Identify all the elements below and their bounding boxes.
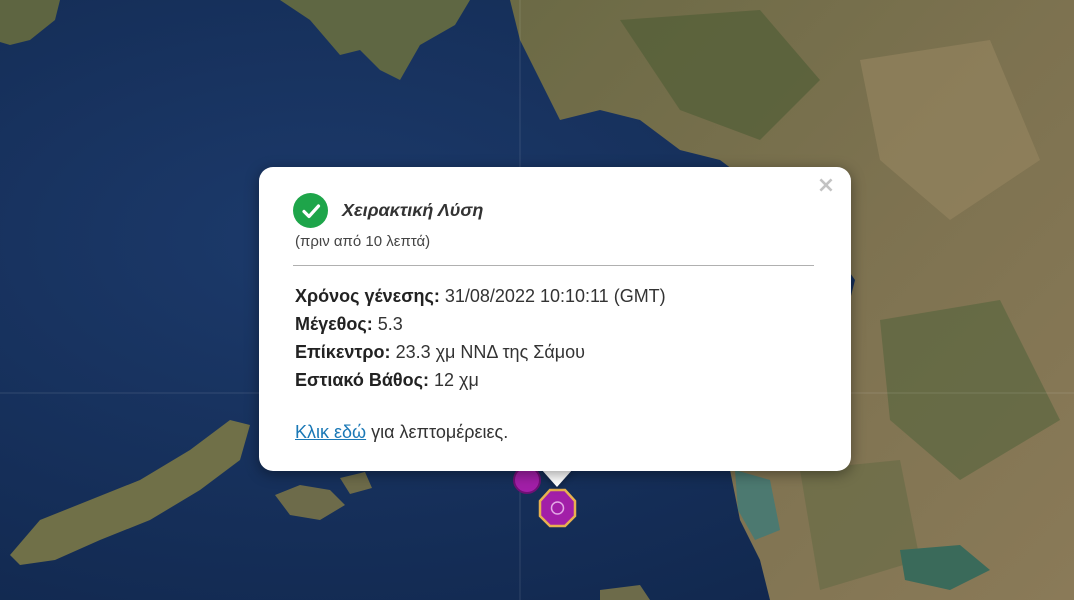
earthquake-popup: × Χειρακτική Λύση (πριν από 10 λεπτά) Χρ… xyxy=(259,167,851,471)
earthquake-details: Χρόνος γένεσης: 31/08/2022 10:10:11 (GMT… xyxy=(295,282,666,394)
magnitude-value: 5.3 xyxy=(377,314,403,334)
popup-tip xyxy=(541,469,573,487)
details-link-row: Κλικ εδώ για λεπτομέρειες. xyxy=(295,422,508,443)
depth-value: 12 χμ xyxy=(434,370,479,390)
details-link[interactable]: Κλικ εδώ xyxy=(295,422,366,442)
depth-label: Εστιακό Βάθος: xyxy=(295,370,429,390)
divider xyxy=(293,265,814,266)
check-circle-icon xyxy=(293,193,328,228)
origin-time-label: Χρόνος γένεσης: xyxy=(295,286,440,306)
close-icon[interactable]: × xyxy=(815,175,837,197)
details-suffix: για λεπτομέρειες. xyxy=(371,422,509,442)
epicenter-value: 23.3 χμ ΝΝΔ της Σάμου xyxy=(395,342,586,362)
solution-label: Χειρακτική Λύση xyxy=(342,200,484,220)
solution-status: Χειρακτική Λύση xyxy=(293,193,483,228)
earthquake-marker-selected[interactable] xyxy=(538,488,577,528)
epicenter-label: Επίκεντρο: xyxy=(295,342,391,362)
depth-row: Εστιακό Βάθος: 12 χμ xyxy=(295,366,666,394)
magnitude-row: Μέγεθος: 5.3 xyxy=(295,310,666,338)
magnitude-label: Μέγεθος: xyxy=(295,314,373,334)
time-ago: (πριν από 10 λεπτά) xyxy=(295,233,431,250)
epicenter-row: Επίκεντρο: 23.3 χμ ΝΝΔ της Σάμου xyxy=(295,338,666,366)
origin-time-row: Χρόνος γένεσης: 31/08/2022 10:10:11 (GMT… xyxy=(295,282,666,310)
origin-time-value: 31/08/2022 10:10:11 (GMT) xyxy=(444,286,666,306)
